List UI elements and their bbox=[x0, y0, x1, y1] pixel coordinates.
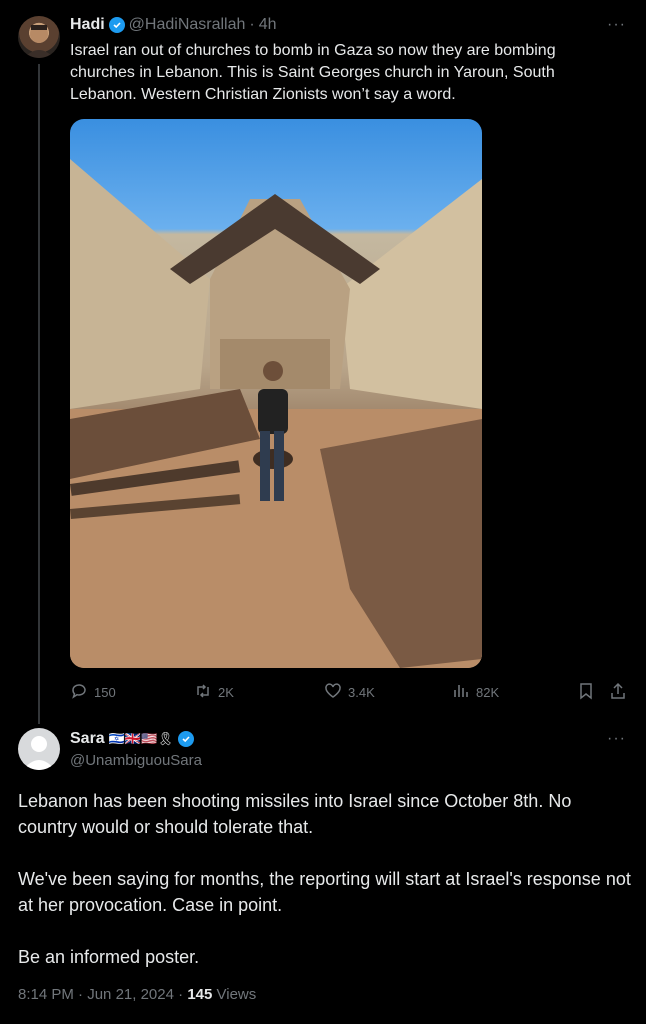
verified-icon bbox=[108, 17, 125, 33]
tweet-paragraph: We've been saying for months, the report… bbox=[18, 869, 631, 915]
tweet-time[interactable]: 4h bbox=[259, 16, 277, 34]
bookmark-button[interactable] bbox=[577, 682, 595, 703]
avatar[interactable] bbox=[18, 16, 60, 58]
tweet-date[interactable]: Jun 21, 2024 bbox=[87, 986, 174, 1003]
avatar[interactable] bbox=[18, 728, 60, 770]
share-icon bbox=[609, 682, 627, 703]
views-icon bbox=[452, 682, 470, 703]
tweet-meta: 8:14 PM · Jun 21, 2024 · 145 Views bbox=[18, 986, 256, 1003]
author-handle[interactable]: @HadiNasrallah bbox=[129, 16, 246, 34]
separator-dot: · bbox=[78, 986, 88, 1003]
tweet-header: Sara 🇮🇱🇬🇧🇺🇸🎗 bbox=[70, 730, 194, 748]
heart-icon bbox=[324, 682, 342, 703]
tweet-text: Lebanon has been shooting missiles into … bbox=[18, 788, 633, 996]
tweet-header: Hadi @HadiNasrallah · 4h bbox=[70, 16, 277, 34]
reply-icon bbox=[70, 682, 88, 703]
tweet-paragraph: Be an informed poster. bbox=[18, 947, 200, 967]
tweet-time[interactable]: 8:14 PM bbox=[18, 986, 74, 1003]
reply-count: 150 bbox=[94, 685, 116, 700]
tweet-photo[interactable] bbox=[70, 119, 482, 668]
views-button[interactable]: 82K bbox=[452, 682, 499, 703]
share-button[interactable] bbox=[609, 682, 627, 703]
like-button[interactable]: 3.4K bbox=[324, 682, 375, 703]
more-horizontal-icon[interactable]: ··· bbox=[607, 16, 626, 34]
views-label: Views bbox=[216, 986, 257, 1003]
repost-button[interactable]: 2K bbox=[194, 682, 234, 703]
verified-icon bbox=[177, 731, 194, 747]
more-horizontal-icon[interactable]: ··· bbox=[607, 730, 626, 748]
tweet-paragraph: Lebanon has been shooting missiles into … bbox=[18, 791, 572, 837]
separator-dot: · bbox=[249, 16, 255, 33]
repost-icon bbox=[194, 682, 212, 703]
separator-dot: · bbox=[178, 986, 188, 1003]
like-count: 3.4K bbox=[348, 685, 375, 700]
author-flags: 🇮🇱🇬🇧🇺🇸🎗 bbox=[108, 731, 174, 746]
views-count: 145 bbox=[187, 986, 213, 1003]
tweet-actions: 150 2K 3.4K 82K bbox=[70, 682, 630, 704]
repost-count: 2K bbox=[218, 685, 234, 700]
views-count: 82K bbox=[476, 685, 500, 700]
author-handle[interactable]: @UnambiguouSara bbox=[70, 752, 202, 769]
bookmark-icon bbox=[577, 682, 595, 703]
thread-line bbox=[38, 64, 40, 724]
author-name[interactable]: Hadi bbox=[70, 16, 105, 34]
author-name[interactable]: Sara bbox=[70, 730, 105, 748]
tweet-text: Israel ran out of churches to bomb in Ga… bbox=[70, 42, 556, 103]
reply-button[interactable]: 150 bbox=[70, 682, 116, 703]
